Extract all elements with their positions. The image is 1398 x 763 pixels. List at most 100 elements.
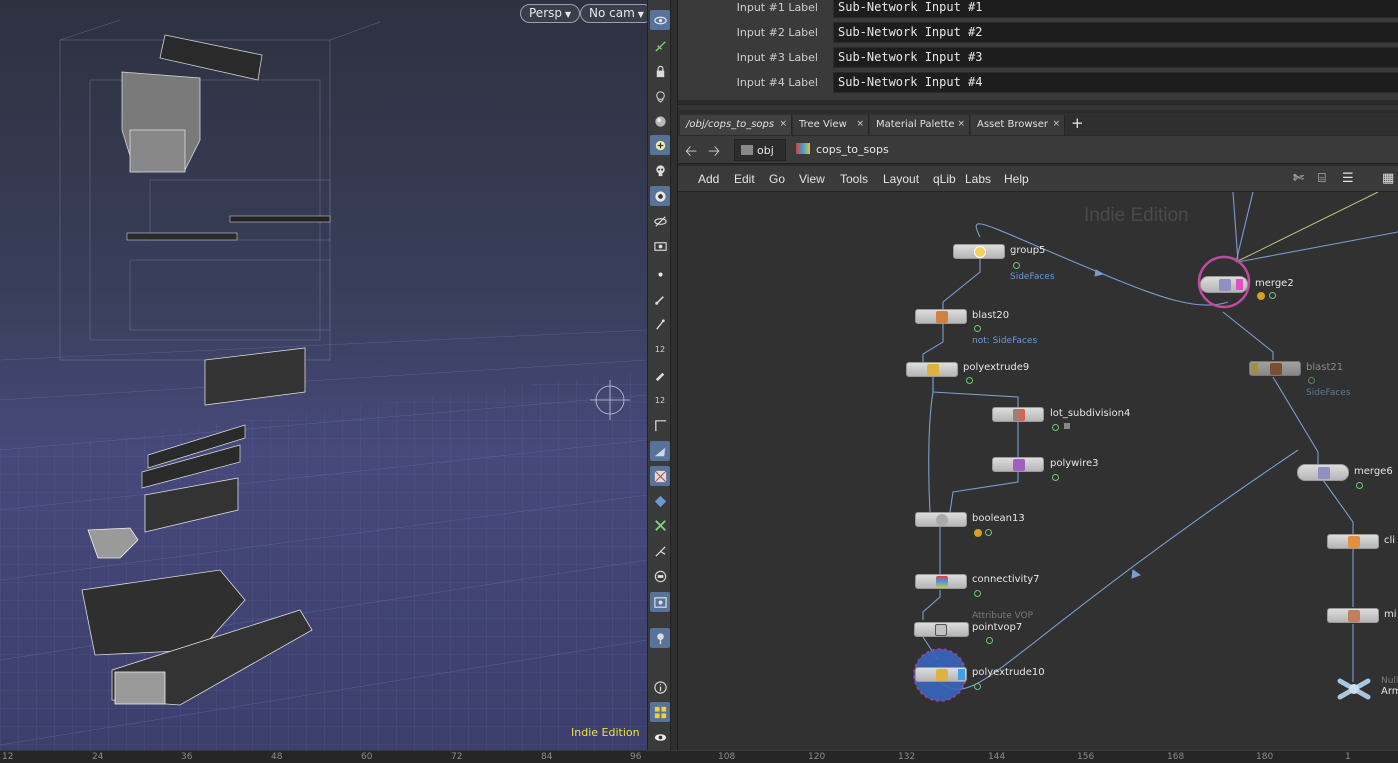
info-button[interactable] — [650, 677, 670, 697]
node-connectivity7[interactable] — [915, 574, 967, 589]
template-flag-bar[interactable] — [1236, 279, 1243, 290]
camera-view-dropdown[interactable]: Persp ▼ — [520, 4, 581, 23]
input4-field[interactable]: Sub-Network Input #4 — [833, 72, 1398, 93]
wrench-icon[interactable]: ✄ — [1293, 171, 1309, 187]
node-mi[interactable] — [1327, 608, 1379, 623]
bypass-flag-bar[interactable] — [1251, 363, 1258, 374]
node-boolean13[interactable] — [915, 512, 967, 527]
tab-material-palette[interactable]: Material Palette × — [870, 115, 970, 135]
tab-tree-view[interactable]: Tree View × — [793, 115, 869, 135]
node-blast21[interactable] — [1249, 361, 1301, 376]
warning-icon[interactable] — [1257, 292, 1265, 300]
display-flag-icon[interactable] — [974, 683, 981, 690]
layout-button[interactable] — [650, 702, 670, 722]
network-editor[interactable]: Indie Edition group5 SideFaces blast20 n… — [678, 192, 1398, 750]
tab-network[interactable]: /obj/cops_to_sops × — [680, 115, 792, 135]
snap-button[interactable] — [650, 135, 670, 155]
menu-help[interactable]: Help — [1004, 172, 1029, 186]
input3-field[interactable]: Sub-Network Input #3 — [833, 47, 1398, 68]
checker-button[interactable] — [650, 466, 670, 486]
display-flag-icon[interactable] — [1052, 474, 1059, 481]
display-flag-icon[interactable] — [974, 325, 981, 332]
list-icon[interactable]: ☰ — [1342, 171, 1358, 187]
breadcrumb-label: obj — [757, 144, 774, 157]
pane-splitter[interactable] — [671, 0, 678, 750]
display-flag-icon[interactable] — [1013, 262, 1020, 269]
tab-label: /obj/cops_to_sops — [686, 119, 775, 130]
display-flag-icon[interactable] — [1308, 377, 1315, 384]
close-icon[interactable]: × — [1052, 119, 1060, 129]
display-flag-icon[interactable] — [1269, 292, 1276, 299]
menu-edit[interactable]: Edit — [734, 172, 755, 186]
number-display-b-button[interactable]: 12 — [650, 390, 670, 410]
grid-button[interactable] — [650, 515, 670, 535]
shading-button[interactable] — [650, 111, 670, 131]
scissor-button[interactable] — [650, 541, 670, 561]
menu-go[interactable]: Go — [769, 172, 785, 186]
pin-button[interactable] — [650, 628, 670, 648]
display-flag-icon[interactable] — [986, 637, 993, 644]
node-merge6[interactable] — [1297, 464, 1349, 481]
node-pointvop7[interactable] — [914, 622, 969, 637]
display-flag-icon[interactable] — [974, 590, 981, 597]
visibility-button[interactable] — [650, 211, 670, 231]
point-display-button[interactable] — [650, 264, 670, 284]
add-tab-button[interactable]: + — [1071, 115, 1084, 131]
forward-arrow-icon[interactable]: 🡢 — [708, 141, 720, 166]
tree-icon[interactable]: ⌸ — [1318, 171, 1334, 187]
input2-field[interactable]: Sub-Network Input #2 — [833, 22, 1398, 43]
scene-viewport[interactable]: Persp ▼ No cam ▼ Indie Edition — [0, 0, 647, 750]
breadcrumb-obj[interactable]: obj — [734, 139, 786, 161]
polyextrude-icon — [936, 669, 948, 681]
brush-button[interactable] — [650, 289, 670, 309]
pose-tool-button[interactable] — [650, 36, 670, 56]
lock-camera-button[interactable] — [650, 61, 670, 81]
menu-layout[interactable]: Layout — [883, 172, 919, 186]
breadcrumb-current[interactable]: cops_to_sops — [790, 139, 1398, 161]
camera-select-dropdown[interactable]: No cam ▼ — [580, 4, 647, 23]
camera-button[interactable] — [650, 186, 670, 206]
skeleton-button[interactable] — [650, 160, 670, 180]
menu-qlib[interactable]: qLib — [933, 172, 956, 186]
palette-icon[interactable]: ▦ — [1382, 171, 1398, 187]
display-flag-icon[interactable] — [966, 377, 973, 384]
node-polyextrude9[interactable] — [906, 362, 958, 377]
input1-field[interactable]: Sub-Network Input #1 — [833, 0, 1398, 18]
node-clip[interactable] — [1327, 534, 1379, 549]
display-flag-bar[interactable] — [958, 669, 965, 680]
menu-view[interactable]: View — [799, 172, 825, 186]
paint-button[interactable] — [650, 365, 670, 385]
warning-icon[interactable] — [974, 529, 982, 537]
close-icon[interactable]: × — [779, 119, 787, 129]
tab-asset-browser[interactable]: Asset Browser × — [971, 115, 1065, 135]
view-tool-button[interactable] — [650, 10, 670, 30]
pick-button[interactable] — [650, 314, 670, 334]
eye-toggle-button[interactable] — [650, 727, 670, 747]
box-button[interactable] — [650, 566, 670, 586]
diamond-button[interactable] — [650, 491, 670, 511]
close-icon[interactable]: × — [957, 119, 965, 129]
display-options-button[interactable] — [650, 236, 670, 256]
display-flag-icon[interactable] — [985, 529, 992, 536]
node-null[interactable] — [1336, 677, 1372, 701]
menu-tools[interactable]: Tools — [840, 172, 868, 186]
cone-button[interactable] — [650, 441, 670, 461]
menu-labs[interactable]: Labs — [965, 172, 991, 186]
number-display-button[interactable]: 12 — [650, 339, 670, 359]
back-arrow-icon[interactable]: 🡠 — [685, 141, 697, 166]
screenshot-button[interactable] — [650, 592, 670, 612]
node-group5[interactable] — [953, 244, 1005, 259]
pane-divider[interactable] — [678, 104, 1398, 110]
corner-button[interactable] — [650, 415, 670, 435]
display-flag-icon[interactable] — [1356, 482, 1363, 489]
node-polyextrude10[interactable] — [915, 667, 967, 682]
ghost-button[interactable] — [650, 86, 670, 106]
node-polywire3[interactable] — [992, 457, 1044, 472]
menu-add[interactable]: Add — [698, 172, 719, 186]
display-flag-icon[interactable] — [1052, 424, 1059, 431]
node-blast20[interactable] — [915, 309, 967, 324]
timeline[interactable]: 12 24 36 48 60 72 84 96 108 120 132 144 … — [0, 750, 1398, 763]
node-lot-subdivision4[interactable] — [992, 407, 1044, 422]
close-icon[interactable]: × — [856, 119, 864, 129]
node-merge2[interactable] — [1200, 276, 1248, 293]
